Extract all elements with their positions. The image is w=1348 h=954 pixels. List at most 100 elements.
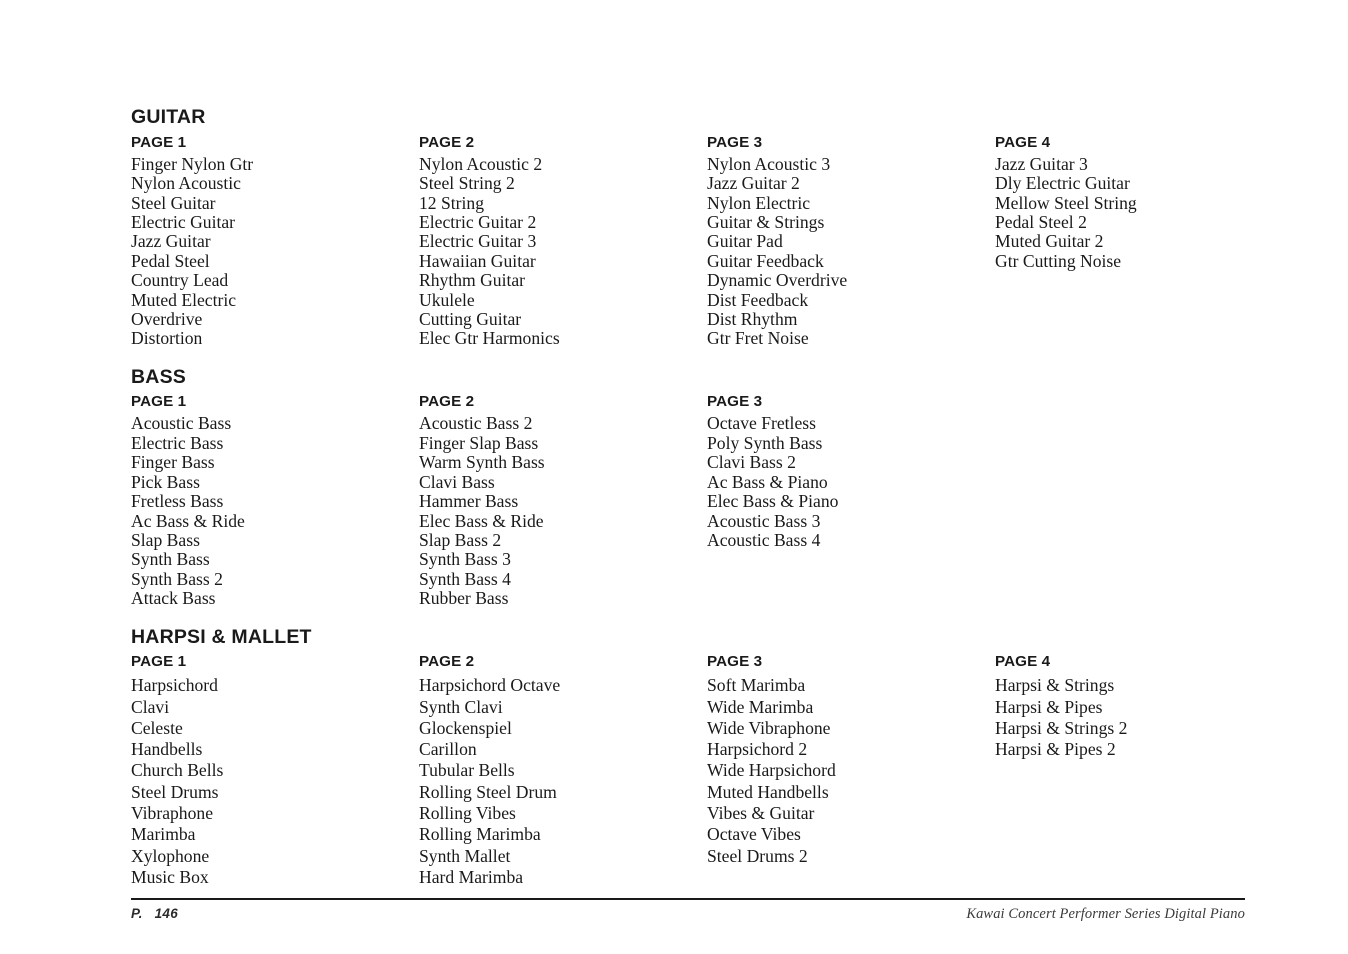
column-bass-page-4-empty xyxy=(995,394,1245,608)
list-item: Acoustic Bass 3 xyxy=(707,510,821,531)
list-item: Muted Electric xyxy=(131,289,237,310)
page-label: PAGE 4 xyxy=(995,133,1051,151)
list-item: Steel String 2 xyxy=(419,173,515,194)
list-item: Warm Synth Bass xyxy=(419,452,545,473)
list-item: Gtr Cutting Noise xyxy=(995,250,1122,271)
list-item: Fretless Bass xyxy=(131,491,224,512)
footer-page-value: 146 xyxy=(154,905,179,921)
sound-list: Nylon Acoustic 2 Steel String 2 12 Strin… xyxy=(419,153,707,349)
sound-list: Harpsi & Strings Harpsi & Pipes Harpsi &… xyxy=(995,675,1245,760)
section-title-guitar: GUITAR xyxy=(131,106,206,128)
list-item: Steel Guitar xyxy=(131,192,216,213)
list-item: Church Bells xyxy=(131,760,224,781)
list-item: Harpsichord 2 xyxy=(707,739,808,760)
list-item: Clavi Bass 2 xyxy=(707,452,796,473)
page-label: PAGE 1 xyxy=(131,653,187,671)
list-item: Nylon Electric xyxy=(707,192,811,213)
column-group-bass: PAGE 1 Acoustic Bass Electric Bass Finge… xyxy=(131,394,1245,608)
list-item: Dynamic Overdrive xyxy=(707,270,848,291)
list-item: Steel Drums xyxy=(131,781,219,802)
document-page: GUITAR PAGE 1 Finger Nylon Gtr Nylon Aco… xyxy=(0,0,1348,954)
sound-list: Acoustic Bass 2 Finger Slap Bass Warm Sy… xyxy=(419,414,707,608)
list-item: Electric Bass xyxy=(131,432,224,453)
column-bass-page-2: PAGE 2 Acoustic Bass 2 Finger Slap Bass … xyxy=(419,394,707,608)
page-footer: P. 146 Kawai Concert Performer Series Dig… xyxy=(131,898,1245,923)
list-item: Hard Marimba xyxy=(419,866,524,887)
list-item: Marimba xyxy=(131,824,196,845)
list-item: Pedal Steel 2 xyxy=(995,211,1087,232)
list-item: Dist Rhythm xyxy=(707,308,798,329)
list-item: Mellow Steel String xyxy=(995,192,1137,213)
list-item: Muted Guitar 2 xyxy=(995,231,1104,252)
list-item: Ac Bass & Piano xyxy=(707,471,828,492)
list-item: Slap Bass 2 xyxy=(419,529,502,550)
list-item: Nylon Acoustic xyxy=(131,173,241,194)
column-guitar-page-4: PAGE 4 Jazz Guitar 3 Dly Electric Guitar… xyxy=(995,133,1245,349)
list-item: Acoustic Bass xyxy=(131,413,232,434)
list-item: Harpsi & Pipes 2 xyxy=(995,739,1116,760)
list-item: Jazz Guitar 2 xyxy=(707,173,800,194)
list-item: Attack Bass xyxy=(131,588,216,609)
list-item: Jazz Guitar 3 xyxy=(995,153,1088,174)
list-item: Elec Bass & Piano xyxy=(707,491,839,512)
column-guitar-page-1: PAGE 1 Finger Nylon Gtr Nylon Acoustic S… xyxy=(131,133,419,349)
list-item: Hawaiian Guitar xyxy=(419,250,536,271)
section-harpsi-mallet: HARPSI & MALLET PAGE 1 Harpsichord Clavi… xyxy=(131,627,1245,889)
sound-list: Nylon Acoustic 3 Jazz Guitar 2 Nylon Ele… xyxy=(707,154,995,349)
sound-list: Soft Marimba Wide Marimba Wide Vibraphon… xyxy=(707,675,995,867)
list-item: 12 String xyxy=(419,192,485,213)
list-item: Clavi Bass xyxy=(419,471,495,492)
page-label: PAGE 3 xyxy=(707,133,763,151)
page-label: PAGE 3 xyxy=(707,653,763,671)
column-harpsi-page-3: PAGE 3 Soft Marimba Wide Marimba Wide Vi… xyxy=(707,654,995,888)
list-item: Glockenspiel xyxy=(419,717,512,738)
list-item: Poly Synth Bass xyxy=(707,432,823,453)
page-label: PAGE 4 xyxy=(995,653,1051,671)
sound-list: Octave Fretless Poly Synth Bass Clavi Ba… xyxy=(707,414,995,550)
list-item: Nylon Acoustic 2 xyxy=(419,153,543,174)
list-item: Harpsichord Octave xyxy=(419,675,561,696)
list-item: Synth Bass 3 xyxy=(419,549,511,570)
sound-list-content: GUITAR PAGE 1 Finger Nylon Gtr Nylon Aco… xyxy=(131,106,1245,889)
list-item: Guitar Feedback xyxy=(707,250,824,271)
list-item: Electric Guitar 2 xyxy=(419,211,537,232)
list-item: Finger Bass xyxy=(131,452,215,473)
section-bass: BASS PAGE 1 Acoustic Bass Electric Bass … xyxy=(131,367,1245,609)
sound-list: Acoustic Bass Electric Bass Finger Bass … xyxy=(131,414,419,608)
page-label: PAGE 1 xyxy=(131,133,187,151)
list-item: Tubular Bells xyxy=(419,760,515,781)
list-item: Pick Bass xyxy=(131,471,200,492)
list-item: Ac Bass & Ride xyxy=(131,510,245,531)
footer-document-title: Kawai Concert Performer Series Digital P… xyxy=(966,905,1245,922)
list-item: Carillon xyxy=(419,739,477,760)
sound-list: Jazz Guitar 3 Dly Electric Guitar Mellow… xyxy=(995,153,1245,271)
list-item: Cutting Guitar xyxy=(419,308,522,329)
list-item: Soft Marimba xyxy=(707,675,806,696)
page-label: PAGE 3 xyxy=(707,393,763,411)
footer-page-prefix: P. xyxy=(131,905,143,921)
list-item: Synth Clavi xyxy=(419,696,503,717)
list-item: Guitar & Strings xyxy=(707,211,825,232)
list-item: Harpsi & Strings 2 xyxy=(995,717,1128,738)
column-harpsi-page-2: PAGE 2 Harpsichord Octave Synth Clavi Gl… xyxy=(419,654,707,888)
list-item: Gtr Fret Noise xyxy=(707,328,809,349)
list-item: Rolling Marimba xyxy=(419,824,541,845)
footer-row: P. 146 Kawai Concert Performer Series Dig… xyxy=(131,900,1245,923)
list-item: Clavi xyxy=(131,696,170,717)
list-item: Elec Gtr Harmonics xyxy=(419,328,560,349)
list-item: Jazz Guitar xyxy=(131,231,211,252)
list-item: Rolling Steel Drum xyxy=(419,781,557,802)
column-bass-page-3: PAGE 3 Octave Fretless Poly Synth Bass C… xyxy=(707,394,995,608)
list-item: Overdrive xyxy=(131,308,203,329)
list-item: Acoustic Bass 2 xyxy=(419,413,533,434)
list-item: Octave Fretless xyxy=(707,413,816,434)
list-item: Distortion xyxy=(131,328,203,349)
list-item: Elec Bass & Ride xyxy=(419,510,544,531)
column-guitar-page-2: PAGE 2 Nylon Acoustic 2 Steel String 2 1… xyxy=(419,134,707,349)
column-group-guitar: PAGE 1 Finger Nylon Gtr Nylon Acoustic S… xyxy=(131,133,1245,349)
list-item: Octave Vibes xyxy=(707,824,801,845)
list-item: Rubber Bass xyxy=(419,588,509,609)
list-item: Hammer Bass xyxy=(419,491,519,512)
